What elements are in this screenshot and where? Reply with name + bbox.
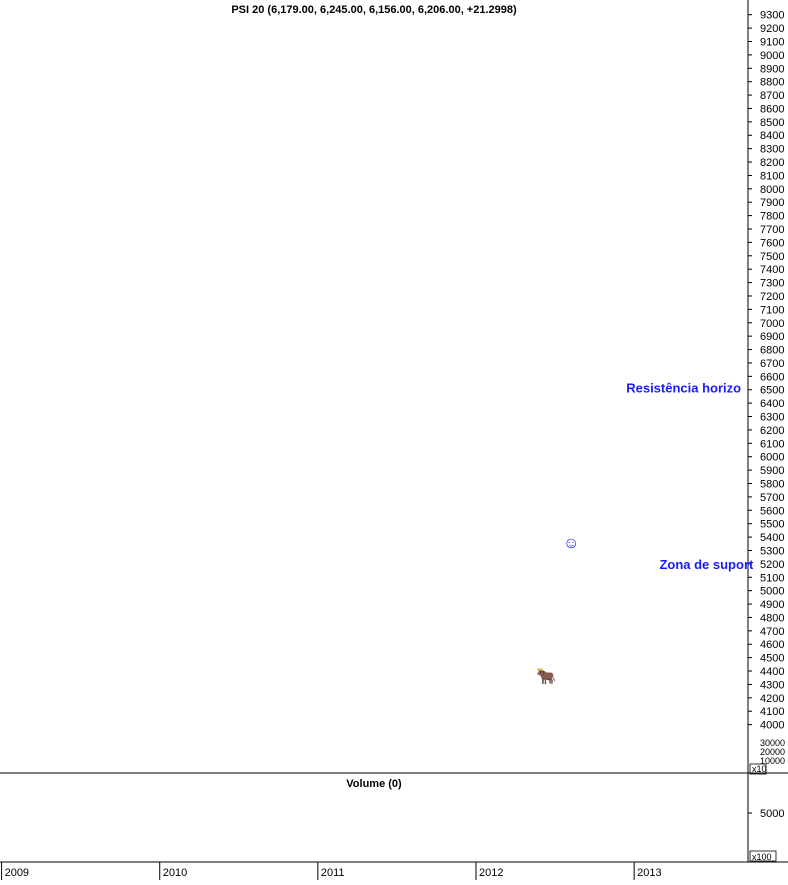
y-tick-label: 7600 <box>760 237 784 249</box>
smiley-icon: ☺ <box>563 535 579 552</box>
y-tick-label: 4300 <box>760 679 784 691</box>
y-tick-label: 8300 <box>760 144 784 156</box>
chart-canvas: 930092009100 90008900 880087008600 85008400… <box>0 0 788 880</box>
y-tick-label: 7200 <box>760 291 784 303</box>
chart-background <box>0 0 788 880</box>
y-tick-label: 7000 <box>760 318 784 330</box>
y-tick-label: 9100 <box>760 36 784 48</box>
y-tick-label: 4600 <box>760 639 784 651</box>
y-tick-label: 5000 <box>760 586 784 598</box>
y-tick-label: 7500 <box>760 251 784 263</box>
y-tick-label: 8400 <box>760 130 784 142</box>
y-tick-label: 6300 <box>760 412 784 424</box>
y-tick-label: 4800 <box>760 612 784 624</box>
y-tick-label: 9300 <box>760 10 784 22</box>
volume-title: Volume (0) <box>346 778 402 790</box>
y-tick-label: 8100 <box>760 170 784 182</box>
axes: 930092009100 90008900 880087008600 85008400… <box>0 0 788 880</box>
y-tick-label: 8200 <box>760 157 784 169</box>
y-tick-label: 8500 <box>760 117 784 129</box>
y-tick-label: 6400 <box>760 398 784 410</box>
y-tick-label: 5700 <box>760 492 784 504</box>
y-tick-label: 5200 <box>760 559 784 571</box>
y-tick-label: 7700 <box>760 224 784 236</box>
chart-title: PSI 20 (6,179.00, 6,245.00, 6,156.00, 6,… <box>231 4 517 16</box>
volume-unit-label: x100 <box>752 852 772 862</box>
y-tick-label: 7900 <box>760 197 784 209</box>
y-tick-label: 5300 <box>760 545 784 557</box>
y-tick-label: 4900 <box>760 599 784 611</box>
y-tick-label: 5100 <box>760 572 784 584</box>
x-tick-label: 2010 <box>163 867 187 879</box>
y-tick-label: 6800 <box>760 345 784 357</box>
y-tick-label: 9000 <box>760 50 784 62</box>
x-tick-label: 2009 <box>5 867 29 879</box>
y-tick-label: 6700 <box>760 358 784 370</box>
y-tick-label: 6600 <box>760 371 784 383</box>
support-label: Zona de suport <box>659 557 754 572</box>
y-tick-label: 4000 <box>760 720 784 732</box>
y-tick-label: 7400 <box>760 264 784 276</box>
y-tick-label: 4400 <box>760 666 784 678</box>
y-tick-label: 8000 <box>760 184 784 196</box>
y-tick-label: 5900 <box>760 465 784 477</box>
y-tick-label: 6000 <box>760 452 784 464</box>
y-tick-label: 5800 <box>760 479 784 491</box>
y-tick-label: 6100 <box>760 438 784 450</box>
volume-tick-label: 5000 <box>760 808 784 820</box>
y-tick-label: 7100 <box>760 304 784 316</box>
y-tick-label: 5500 <box>760 519 784 531</box>
x-tick-label: 2012 <box>479 867 503 879</box>
y-tick-label: 5400 <box>760 532 784 544</box>
y-tick-label: 6500 <box>760 385 784 397</box>
y-tick-label: 4700 <box>760 626 784 638</box>
y-tick-label: 4200 <box>760 693 784 705</box>
y-tick-label: 8600 <box>760 103 784 115</box>
y-unit-label: x10 <box>752 764 767 774</box>
y-tick-label: 7800 <box>760 211 784 223</box>
y-tick-label: 4100 <box>760 706 784 718</box>
y-tick-label: 8900 <box>760 63 784 75</box>
x-tick-label: 2013 <box>637 867 661 879</box>
y-tick-label: 7300 <box>760 278 784 290</box>
bull-icon: 🐂 <box>536 668 556 686</box>
y-tick-label: 9200 <box>760 23 784 35</box>
y-tick-label: 6200 <box>760 425 784 437</box>
y-tick-label: 5600 <box>760 505 784 517</box>
x-tick-label: 2011 <box>321 867 345 879</box>
stock-chart: 9300 9200 9100 9000 8900 8800 8700 8600 8500 8400… <box>0 0 788 880</box>
y-tick-label: 8700 <box>760 90 784 102</box>
y-tick-label: 6900 <box>760 331 784 343</box>
y-tick-label: 8800 <box>760 77 784 89</box>
y-tick-label: 4500 <box>760 653 784 665</box>
resistance-label: Resistência horizo <box>626 380 741 395</box>
